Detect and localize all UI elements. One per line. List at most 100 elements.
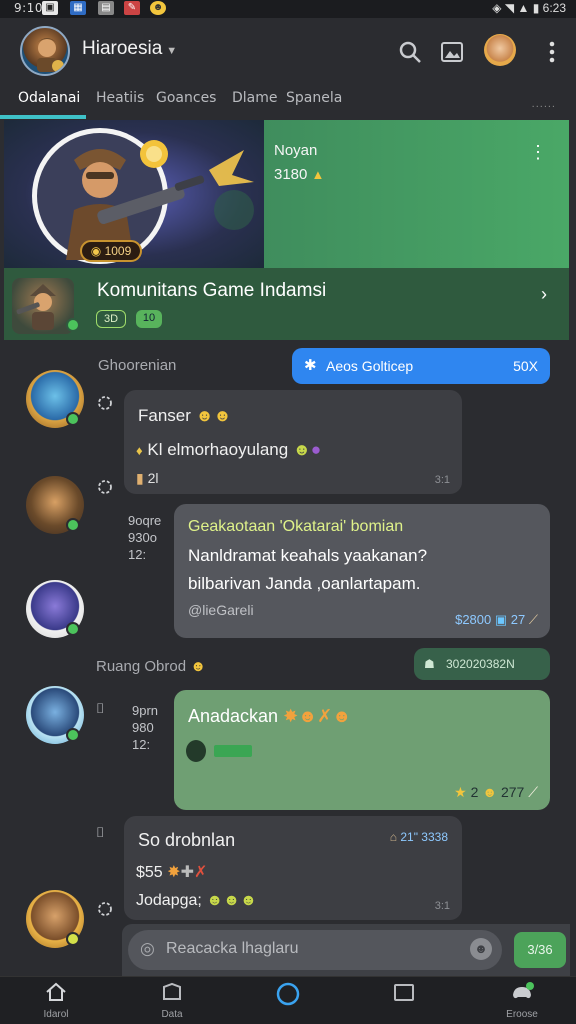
green-chip-label: 302020382N (446, 657, 515, 671)
message-4-meta: ⌂ 21" 3338 (390, 830, 448, 844)
search-icon[interactable] (396, 38, 424, 66)
nav-item-home[interactable]: Idarol (16, 981, 96, 1020)
more-vert-icon[interactable] (538, 38, 566, 66)
nav-item-center[interactable] (248, 981, 328, 1012)
message-2-meta: $2800 ▣ 27 ⟋ (455, 612, 538, 628)
active-tab-indicator (0, 115, 86, 119)
message-2-line-3: @lieGareli (188, 602, 254, 618)
community-header[interactable]: Komunitans Game Indamsi 3D 10 › (4, 268, 569, 340)
react-icon[interactable] (96, 478, 114, 496)
message-3-meta: ★ 2 ☻ 277 ⟋ (454, 784, 538, 801)
coin-icon: ◉ (90, 244, 102, 258)
message-bubble-4[interactable]: So drobnlan ⌂ 21" 3338 $55 ✸✚✗ Jodapga; … (124, 816, 462, 920)
side-meta-line: 9oqre (128, 513, 162, 528)
image-icon[interactable] (438, 38, 466, 66)
community-pill-1: 3D (96, 310, 126, 328)
status-right: ◈ ◥ ▲ ▮ 6:23 (492, 1, 566, 15)
feather-icon: ⟋ (528, 612, 538, 627)
banner-more-icon[interactable]: ⋮ (529, 142, 547, 163)
message-4-line-2: Jodapga; ☻☻☻ (136, 892, 257, 910)
notification-icon: ▤ (98, 1, 114, 15)
online-indicator (66, 728, 80, 742)
blue-action-chip[interactable]: ✱ Aeos Golticep 50X (292, 348, 550, 384)
message-1-line-1: ♦ Kl elmorhaoyulang ☻● (136, 440, 321, 460)
voice-progress-bar (214, 745, 253, 757)
emoji-icon: ☻ (150, 1, 166, 15)
message-3-stars: 2 (470, 784, 479, 800)
message-1-line-2: ▮ 2l (136, 470, 159, 487)
message-2-line-2: bilbarivan Janda ,oanlartapam. (188, 574, 421, 593)
banner-count: 3180 ▲ (274, 166, 324, 183)
message-1-line-1-text: Kl elmorhaoyulang (147, 440, 289, 459)
flame-icon: ▲ (311, 167, 325, 182)
chevron-right-icon[interactable]: › (541, 284, 547, 305)
message-1-line-2-text: 2l (147, 470, 159, 486)
community-title: Komunitans Game Indamsi (97, 280, 327, 301)
message-2-title: Geakaotaan 'Okatarai' bomian (188, 518, 404, 535)
grid-icon: ▦ (70, 1, 86, 15)
nav-item-tablet[interactable] (364, 981, 444, 1008)
mascot-art (16, 284, 56, 330)
tab-spanela[interactable]: Spanela (286, 90, 342, 106)
emoji-icon: ☻☻☻ (206, 892, 257, 909)
message-bubble-3[interactable]: Anadackan ✸☻✗☻ ★ 2 ☻ 277 ⟋ (174, 690, 550, 810)
attach-icon[interactable]: ⌷ (96, 700, 104, 717)
bottom-navigation: Idarol Data Eroose (0, 976, 576, 1024)
chat-feed[interactable]: Ghoorenian ✱ Aeos Golticep 50X Fanser ☻☻… (0, 340, 576, 976)
message-4-title: So drobnlan (138, 830, 236, 850)
signal-icon: ▲ (517, 1, 530, 15)
group-icon: ☗ (424, 657, 435, 671)
tabs-more-indicator[interactable]: ...... (532, 98, 556, 110)
voice-note[interactable] (186, 740, 253, 762)
gamepad-icon (513, 982, 534, 999)
message-4-line-1: $55 ✸✚✗ (136, 862, 207, 882)
nav-label: Data (161, 1009, 183, 1020)
react-icon[interactable] (96, 900, 114, 918)
reaction-emojis-icon: ✸ (167, 864, 181, 881)
message-3-title: Anadackan ✸☻✗☻ (188, 706, 351, 727)
message-4-line-2-text: Jodapga; (136, 892, 202, 909)
message-bubble-2[interactable]: Geakaotaan 'Okatarai' bomian Nanldramat … (174, 504, 550, 638)
emoji-picker-icon[interactable]: ◎ (140, 939, 155, 959)
nav-label: Idarol (43, 1009, 69, 1020)
online-indicator (66, 412, 80, 426)
message-4-meta-text: 21" 3338 (400, 830, 448, 844)
smile-emoji-icon: ☻ (190, 658, 207, 675)
side-meta-line: 9prn (132, 703, 159, 718)
emoji-icon: ☻ (292, 440, 311, 459)
chat-app-icon: ✎ (124, 1, 140, 15)
fire-icon: ✗ (193, 864, 208, 881)
message-3-count: 277 (500, 784, 525, 800)
green-status-chip[interactable]: ☗ 302020382N (414, 648, 550, 680)
profile-banner: ◉ 1009 Noyan 3180 ▲ ⋮ (4, 120, 569, 268)
tab-bar: Odalanai Heatiis Goances Dlame Spanela .… (0, 84, 576, 120)
profile-avatar[interactable] (484, 34, 516, 66)
tab-odalanai[interactable]: Odalanai (18, 90, 80, 106)
blue-chip-label: Aeos Golticep (326, 358, 414, 374)
app-title[interactable]: Hiaroesia ▼ (82, 38, 177, 60)
community-avatar[interactable] (20, 26, 70, 76)
composer-field: ◎ ☻ (128, 930, 502, 970)
tab-dlame[interactable]: Dlame (232, 90, 278, 106)
smile-icon: ☻ (482, 784, 498, 800)
nav-item-data[interactable]: Data (132, 981, 212, 1020)
send-button[interactable]: 3/36 (514, 932, 566, 968)
location-icon: ◈ (492, 1, 502, 15)
banner-user-name: Noyan (274, 142, 318, 159)
message-4-line-1-text: $55 (136, 864, 163, 881)
attach-icon[interactable]: ⌷ (96, 824, 104, 841)
ball-icon: ● (310, 440, 322, 459)
tab-heatiis[interactable]: Heatiis (96, 90, 144, 106)
nav-item-games[interactable]: Eroose (482, 981, 562, 1020)
sticker-icon[interactable]: ☻ (470, 938, 492, 960)
online-indicator (66, 518, 80, 532)
tab-goances[interactable]: Goances (156, 90, 216, 106)
side-meta-line: 930o (128, 530, 157, 545)
message-2-price: $2800 (455, 612, 492, 627)
message-input[interactable] (166, 940, 466, 958)
community-pill-2: 10 (136, 310, 162, 328)
react-icon[interactable] (96, 394, 114, 412)
message-bubble-1[interactable]: Fanser ☻☻ ♦ Kl elmorhaoyulang ☻● ▮ 2l 3:… (124, 390, 462, 494)
message-4-time: 3:1 (434, 900, 450, 912)
circle-icon (276, 982, 300, 1006)
